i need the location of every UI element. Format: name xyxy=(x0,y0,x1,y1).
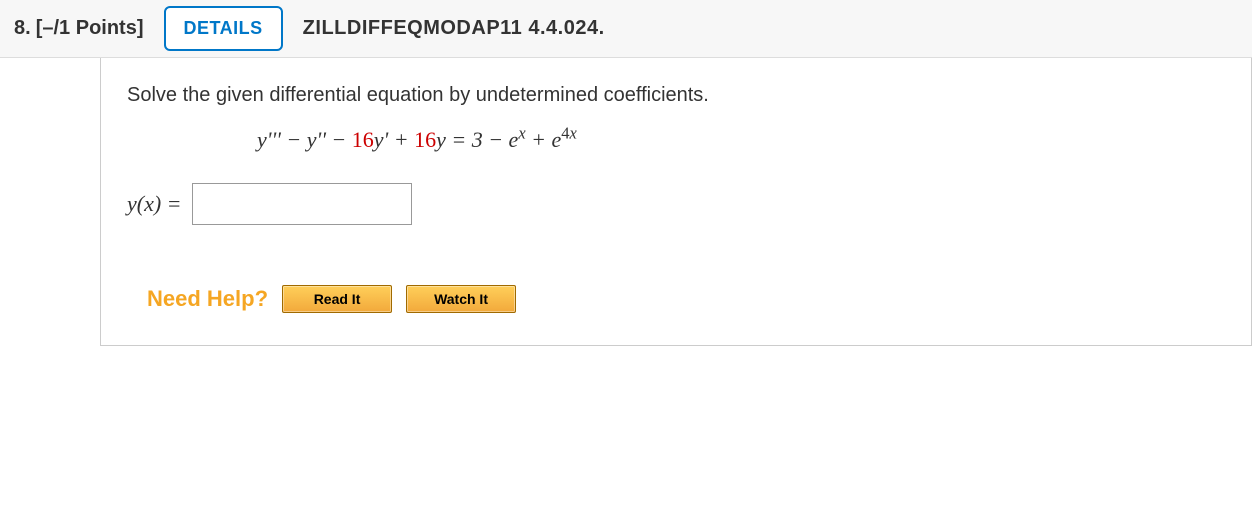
eq-coef-red2: 16 xyxy=(414,127,436,152)
question-prompt: Solve the given differential equation by… xyxy=(127,84,1225,107)
eq-exp2-var: x xyxy=(570,124,577,143)
answer-input[interactable] xyxy=(192,183,412,225)
eq-lhs-post: y = 3 − e xyxy=(436,127,518,152)
question-header: 8. [–/1 Points] DETAILS ZILLDIFFEQMODAP1… xyxy=(0,0,1252,58)
question-points: [–/1 Points] xyxy=(36,17,144,39)
question-body: Solve the given differential equation by… xyxy=(100,58,1252,346)
eq-exp1: x xyxy=(518,124,525,143)
question-number-points: 8. [–/1 Points] xyxy=(14,17,144,40)
eq-lhs-pre: y''' − y'' − xyxy=(257,127,352,152)
eq-lhs-mid: y' + xyxy=(374,127,414,152)
read-it-button[interactable]: Read It xyxy=(282,285,392,313)
answer-label: y(x) = xyxy=(127,191,182,217)
eq-coef-red1: 16 xyxy=(352,127,374,152)
need-help-label: Need Help? xyxy=(147,286,268,312)
question-reference: ZILLDIFFEQMODAP11 4.4.024. xyxy=(303,17,605,40)
watch-it-button[interactable]: Watch It xyxy=(406,285,516,313)
eq-exp2-num: 4 xyxy=(561,124,569,143)
details-button[interactable]: DETAILS xyxy=(164,6,283,51)
question-number: 8. xyxy=(14,17,31,39)
differential-equation: y''' − y'' − 16y' + 16y = 3 − ex + e4x xyxy=(127,127,1225,153)
answer-row: y(x) = xyxy=(127,183,1225,225)
eq-plus: + e xyxy=(526,127,562,152)
help-row: Need Help? Read It Watch It xyxy=(127,285,1225,313)
eq-exp2: 4x xyxy=(561,124,577,143)
